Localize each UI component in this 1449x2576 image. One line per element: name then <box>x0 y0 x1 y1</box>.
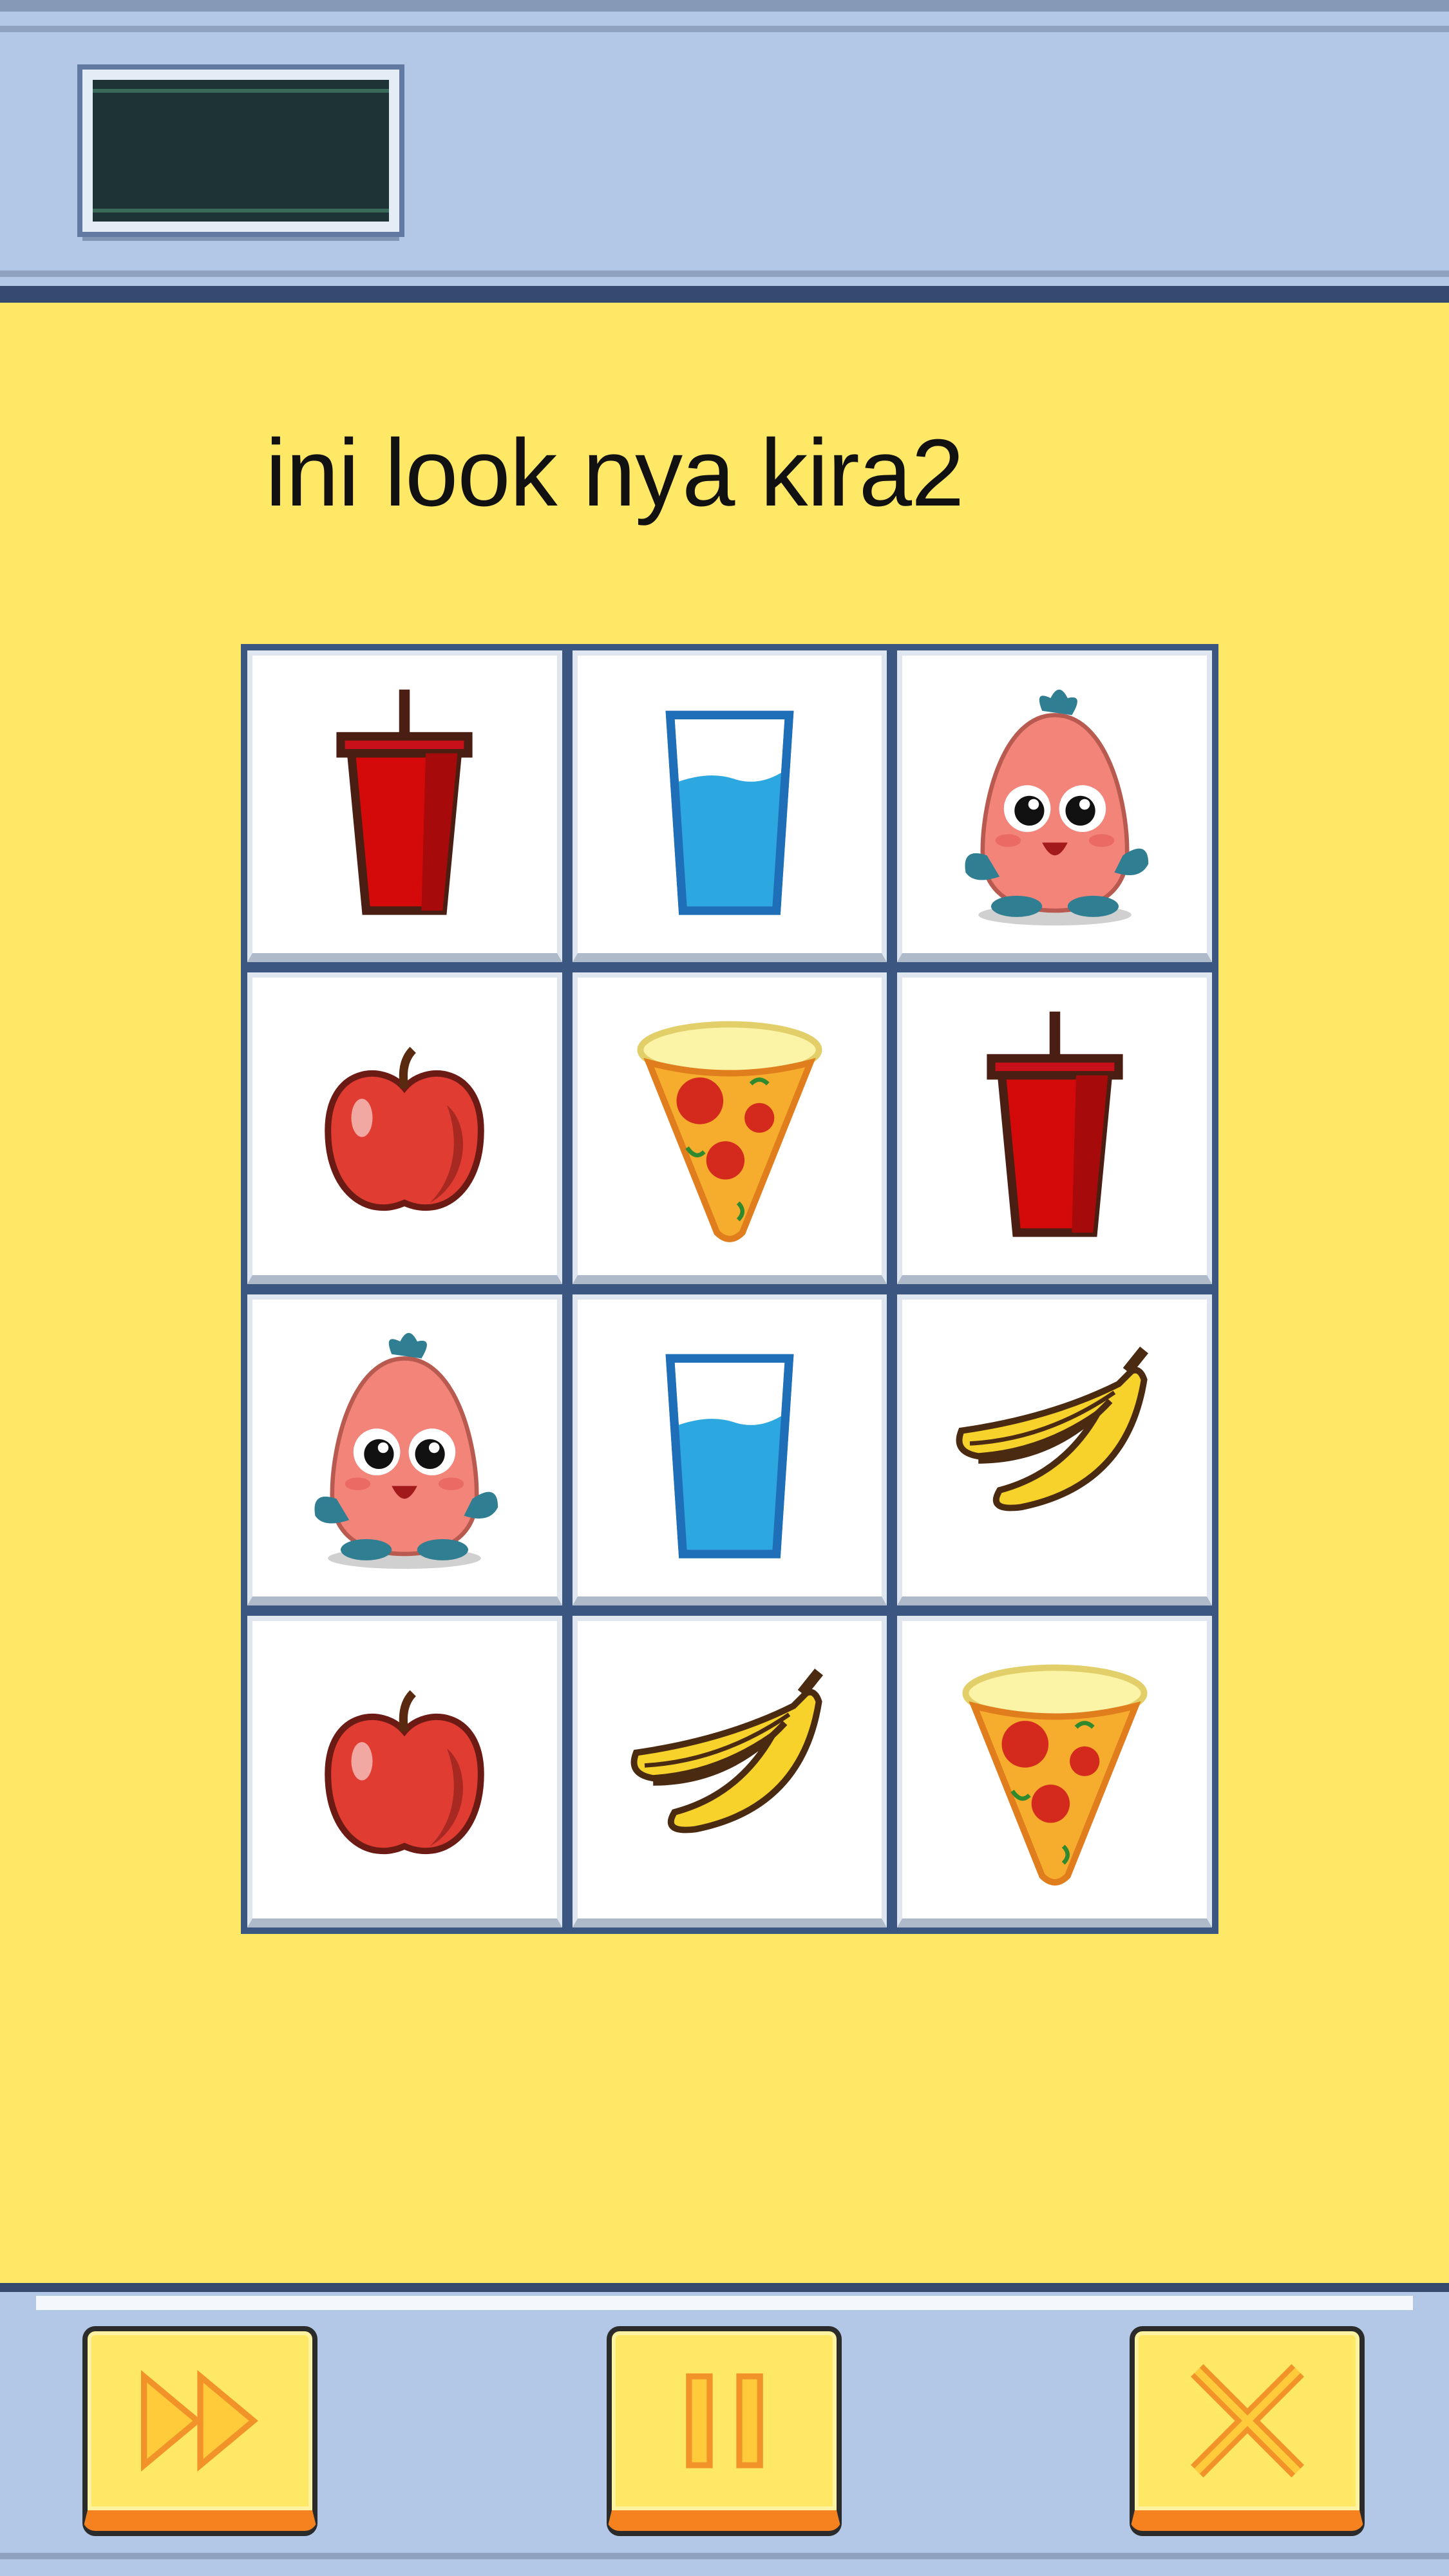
top-bar-shade <box>0 270 1449 277</box>
tile-board <box>241 644 1218 1934</box>
grid-tile[interactable] <box>572 1294 887 1606</box>
grid-tile[interactable] <box>897 1294 1212 1606</box>
fast-forward-icon <box>140 2370 258 2472</box>
banana-icon <box>630 1669 824 1833</box>
pink-blob-character-icon <box>965 689 1148 925</box>
grid-tile[interactable] <box>247 650 562 962</box>
soda-cup-icon <box>987 1011 1123 1237</box>
grid-tile[interactable] <box>247 1616 562 1927</box>
grid-tile[interactable] <box>247 1294 562 1606</box>
apple-icon <box>325 1690 485 1855</box>
grid-tile[interactable] <box>572 650 887 962</box>
water-glass-icon <box>665 710 794 915</box>
pink-blob-character-icon <box>314 1333 498 1569</box>
pause-icon <box>685 2373 763 2468</box>
top-bar-highlight <box>0 26 1449 32</box>
pizza-slice-icon <box>962 1664 1148 1886</box>
grid-tile[interactable] <box>572 972 887 1284</box>
close-button[interactable] <box>1130 2326 1365 2531</box>
grid-tile[interactable] <box>897 972 1212 1284</box>
water-glass-icon <box>665 1354 794 1558</box>
fast-forward-button[interactable] <box>82 2326 317 2531</box>
bottom-bar-highlight <box>36 2296 1413 2310</box>
pause-button[interactable] <box>607 2326 842 2531</box>
score-display <box>77 64 404 237</box>
grid-tile[interactable] <box>897 1616 1212 1927</box>
grid-tile[interactable] <box>247 972 562 1284</box>
score-value <box>93 80 389 222</box>
apple-icon <box>325 1046 485 1211</box>
banana-icon <box>956 1347 1148 1511</box>
top-bar <box>0 0 1449 303</box>
pizza-slice-icon <box>637 1021 822 1242</box>
close-icon <box>1190 2364 1304 2477</box>
soda-cup-icon <box>336 689 473 915</box>
grid-tile[interactable] <box>897 650 1212 962</box>
grid-tile[interactable] <box>572 1616 887 1927</box>
bottom-bar-shade <box>0 2553 1449 2559</box>
caption-text: ini look nya kira2 <box>265 420 964 526</box>
